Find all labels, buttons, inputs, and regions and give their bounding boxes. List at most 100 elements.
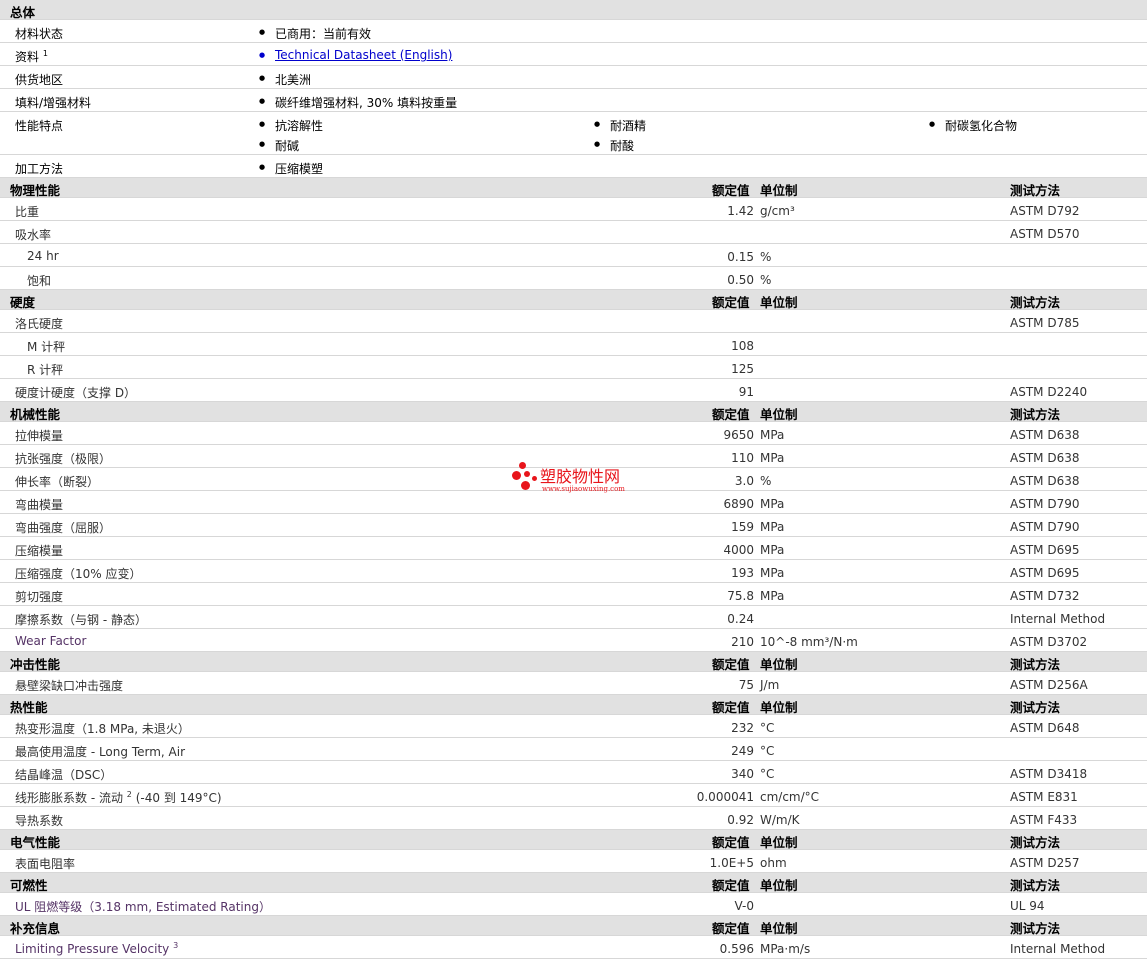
- property-row: 压缩强度（10% 应变） 193 MPa ASTM D695: [0, 560, 1147, 583]
- property-row: UL 阻燃等级（3.18 mm, Estimated Rating） V-0 UL …: [0, 893, 1147, 916]
- column-header-test: 测试方法: [1010, 657, 1061, 672]
- general-row-processing: 加工方法 压缩模塑: [0, 155, 1147, 178]
- property-unit: %: [760, 474, 772, 488]
- property-unit: 10^-8 mm³/N·m: [760, 635, 858, 649]
- column-header-unit: 单位制: [760, 183, 798, 198]
- column-header-value: 额定值: [712, 700, 750, 715]
- property-value: 3.0: [734, 474, 754, 488]
- column-header-value: 额定值: [712, 407, 750, 422]
- property-row: 拉伸模量 9650 MPa ASTM D638: [0, 422, 1147, 445]
- property-row: 线形膨胀系数 - 流动 2 (-40 到 149°C) 0.000041 cm/cm…: [0, 784, 1147, 807]
- property-unit: g/cm³: [760, 204, 795, 218]
- column-header-test: 测试方法: [1010, 878, 1061, 893]
- property-label: 压缩强度（10% 应变）: [15, 567, 142, 581]
- property-unit: cm/cm/°C: [760, 790, 820, 804]
- property-value: 210: [731, 635, 754, 649]
- property-unit: MPa: [760, 428, 785, 442]
- section-header: 补充信息 额定值 单位制 测试方法: [0, 916, 1147, 936]
- section-header: 物理性能 额定值 单位制 测试方法: [0, 178, 1147, 198]
- property-label: 饱和: [27, 274, 52, 288]
- test-method: ASTM E831: [1010, 790, 1078, 804]
- test-method: ASTM D648: [1010, 721, 1080, 735]
- property-label: 结晶峰温（DSC）: [15, 768, 113, 782]
- general-row-filler: 填料/增强材料 碳纤维增强材料, 30% 填料按重量: [0, 89, 1147, 112]
- property-unit: MPa: [760, 520, 785, 534]
- section-header: 热性能 额定值 单位制 测试方法: [0, 695, 1147, 715]
- feature-item: 耐碳氢化合物: [929, 117, 1017, 134]
- column-header-unit: 单位制: [760, 878, 798, 893]
- test-method: ASTM D785: [1010, 316, 1080, 330]
- section-title: 热性能: [10, 700, 48, 715]
- property-value: 75.8: [727, 589, 754, 603]
- section-title: 电气性能: [10, 835, 61, 850]
- property-label: 悬壁梁缺口冲击强度: [15, 679, 124, 693]
- section-title: 硬度: [10, 295, 36, 310]
- property-value: 0.596: [719, 942, 754, 956]
- test-method: ASTM F433: [1010, 813, 1078, 827]
- property-value: 6890: [723, 497, 754, 511]
- row-label: 供货地区: [15, 73, 64, 87]
- property-label: UL 阻燃等级（3.18 mm, Estimated Rating）: [15, 900, 271, 914]
- property-unit: MPa·m/s: [760, 942, 811, 956]
- technical-datasheet-link[interactable]: Technical Datasheet (English): [259, 48, 452, 62]
- column-header-unit: 单位制: [760, 921, 798, 936]
- column-header-value: 额定值: [712, 835, 750, 850]
- feature-item: 抗溶解性: [259, 117, 323, 134]
- property-row: 结晶峰温（DSC） 340 °C ASTM D3418: [0, 761, 1147, 784]
- property-label: 伸长率（断裂）: [15, 475, 100, 489]
- general-row-region: 供货地区 北美洲: [0, 66, 1147, 89]
- property-unit: MPa: [760, 566, 785, 580]
- test-method: ASTM D732: [1010, 589, 1080, 603]
- property-value: 232: [731, 721, 754, 735]
- column-header-test: 测试方法: [1010, 700, 1061, 715]
- property-label: 导热系数: [15, 814, 64, 828]
- property-unit: °C: [760, 744, 775, 758]
- property-unit: %: [760, 273, 772, 287]
- column-header-test: 测试方法: [1010, 921, 1061, 936]
- property-label: 表面电阻率: [15, 857, 76, 871]
- property-unit: %: [760, 250, 772, 264]
- column-header-test: 测试方法: [1010, 407, 1061, 422]
- column-header-unit: 单位制: [760, 407, 798, 422]
- feature-item: 耐碱: [259, 137, 299, 154]
- property-label: 摩擦系数（与钢 - 静态）: [15, 613, 147, 627]
- property-row: 弯曲强度（屈服） 159 MPa ASTM D790: [0, 514, 1147, 537]
- test-method: ASTM D257: [1010, 856, 1080, 870]
- property-value: 110: [731, 451, 754, 465]
- row-label: 加工方法: [15, 162, 64, 176]
- watermark-logo: 塑胶物性网 www.sujiaowuxing.com: [510, 460, 650, 500]
- property-value: 340: [731, 767, 754, 781]
- property-label: 硬度计硬度（支撑 D）: [15, 386, 137, 400]
- test-method: ASTM D2240: [1010, 385, 1088, 399]
- region-value: 北美洲: [259, 71, 311, 88]
- property-value: 249: [731, 744, 754, 758]
- column-header-test: 测试方法: [1010, 835, 1061, 850]
- test-method: ASTM D570: [1010, 227, 1080, 241]
- section-header: 电气性能 额定值 单位制 测试方法: [0, 830, 1147, 850]
- property-row: 压缩模量 4000 MPa ASTM D695: [0, 537, 1147, 560]
- general-row-docs: 资料 1 Technical Datasheet (English): [0, 43, 1147, 66]
- property-unit: MPa: [760, 497, 785, 511]
- test-method: Internal Method: [1010, 612, 1106, 626]
- property-row: 洛氏硬度 ASTM D785: [0, 310, 1147, 333]
- property-row: 比重 1.42 g/cm³ ASTM D792: [0, 198, 1147, 221]
- property-row: 吸水率 ASTM D570: [0, 221, 1147, 244]
- property-sections: 物理性能 额定值 单位制 测试方法 比重 1.42 g/cm³ ASTM D792 吸水率 AST…: [0, 178, 1147, 959]
- column-header-value: 额定值: [712, 183, 750, 198]
- property-value: 0.92: [727, 813, 754, 827]
- property-label: 线形膨胀系数 - 流动 2 (-40 到 149°C): [15, 790, 222, 805]
- property-label: 最高使用温度 - Long Term, Air: [15, 745, 186, 759]
- property-label: 热变形温度（1.8 MPa, 未退火）: [15, 722, 190, 736]
- property-label: 拉伸模量: [15, 429, 64, 443]
- property-value: 0.000041: [696, 790, 754, 804]
- section-title: 补充信息: [10, 921, 61, 936]
- property-label: 洛氏硬度: [15, 317, 64, 331]
- column-header-test: 测试方法: [1010, 183, 1061, 198]
- property-row: 热变形温度（1.8 MPa, 未退火） 232 °C ASTM D648: [0, 715, 1147, 738]
- column-header-unit: 单位制: [760, 295, 798, 310]
- property-row: 摩擦系数（与钢 - 静态） 0.24 Internal Method: [0, 606, 1147, 629]
- property-unit: °C: [760, 721, 775, 735]
- property-row: 剪切强度 75.8 MPa ASTM D732: [0, 583, 1147, 606]
- property-row: Limiting Pressure Velocity 3 0.596 MPa·m/s…: [0, 936, 1147, 959]
- column-header-value: 额定值: [712, 657, 750, 672]
